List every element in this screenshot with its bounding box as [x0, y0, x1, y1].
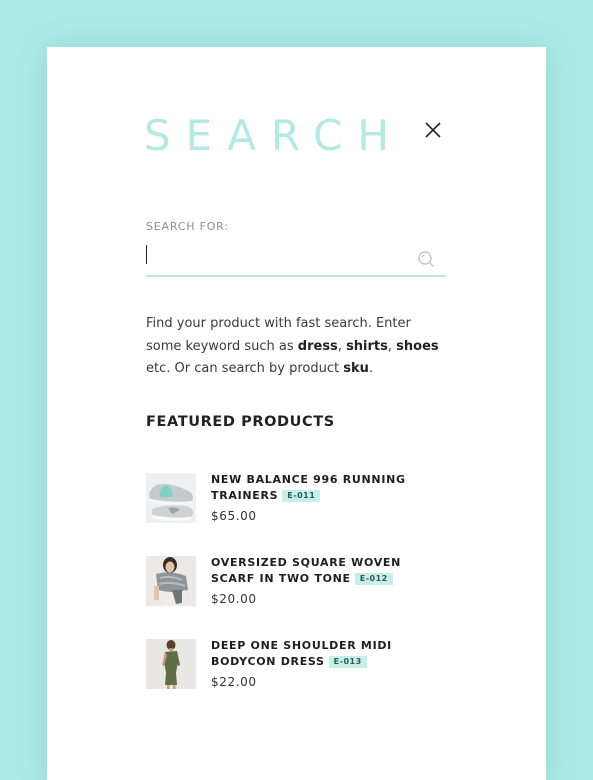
sku-badge: E-013 — [328, 656, 367, 668]
search-field — [146, 241, 446, 277]
text-caret — [146, 245, 147, 264]
product-item[interactable]: DEEP ONE SHOULDER MIDI BODYCON DRESS E-01… — [146, 639, 446, 693]
product-name[interactable]: OVERSIZED SQUARE WOVEN SCARF IN TWO TONE… — [211, 555, 441, 587]
sku-badge: E-011 — [282, 490, 321, 502]
product-price: $20.00 — [211, 592, 257, 606]
product-image-sneakers[interactable] — [146, 473, 196, 523]
search-help-text: Find your product with fast search. Ente… — [146, 316, 439, 376]
product-item[interactable]: NEW BALANCE 996 RUNNING TRAINERS E-011 $6… — [146, 473, 446, 527]
product-image-dress[interactable] — [146, 639, 196, 689]
close-icon — [425, 122, 441, 138]
close-button[interactable] — [421, 118, 445, 142]
product-info: DEEP ONE SHOULDER MIDI BODYCON DRESS E-01… — [211, 638, 441, 689]
product-item[interactable]: OVERSIZED SQUARE WOVEN SCARF IN TWO TONE… — [146, 556, 446, 610]
sku-badge: E-012 — [354, 573, 393, 585]
product-image-scarf[interactable] — [146, 556, 196, 606]
search-input[interactable] — [146, 241, 408, 271]
product-name[interactable]: DEEP ONE SHOULDER MIDI BODYCON DRESS E-01… — [211, 638, 441, 670]
product-price: $65.00 — [211, 509, 257, 523]
product-info: NEW BALANCE 996 RUNNING TRAINERS E-011 $6… — [211, 472, 441, 523]
search-icon[interactable] — [416, 249, 436, 269]
product-info: OVERSIZED SQUARE WOVEN SCARF IN TWO TONE… — [211, 555, 441, 606]
keyword-sku: sku — [343, 361, 369, 376]
page-title: SEARCH — [144, 111, 404, 160]
keyword-shoes: shoes — [396, 338, 439, 354]
featured-products-heading: FEATURED PRODUCTS — [146, 414, 335, 430]
keyword-dress: dress — [297, 338, 338, 354]
keyword-shirts: shirts — [346, 338, 388, 354]
product-price: $22.00 — [211, 675, 257, 689]
search-panel: SEARCH SEARCH FOR: Find your product wit… — [47, 47, 546, 780]
product-name[interactable]: NEW BALANCE 996 RUNNING TRAINERS E-011 — [211, 472, 441, 504]
search-label: SEARCH FOR: — [146, 220, 229, 233]
